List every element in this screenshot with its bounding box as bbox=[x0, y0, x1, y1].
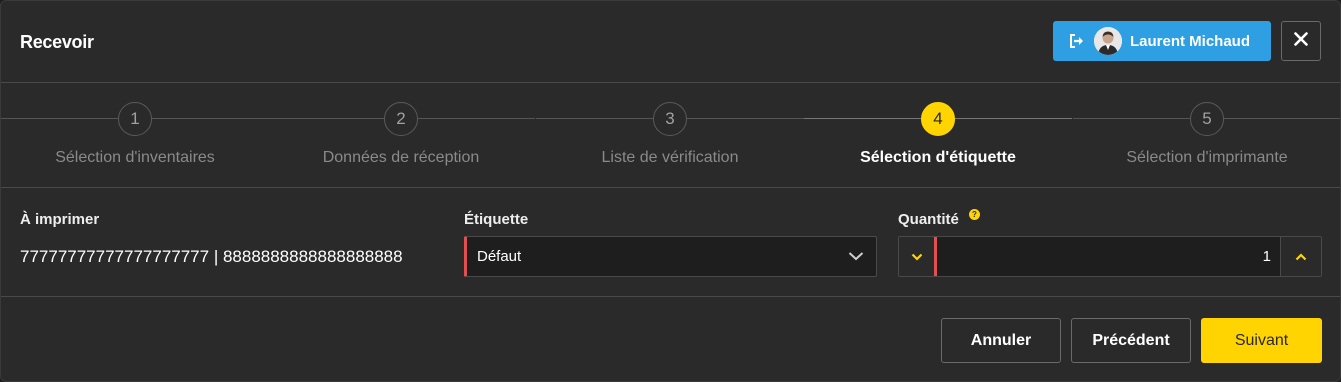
close-icon bbox=[1294, 31, 1308, 51]
step-number: 2 bbox=[384, 102, 418, 136]
step-number: 4 bbox=[921, 102, 955, 136]
step-3: 3 Liste de vérification bbox=[536, 83, 804, 188]
chevron-down-icon bbox=[848, 249, 864, 267]
step-label: Sélection d'imprimante bbox=[1126, 149, 1288, 166]
quantity-increment-button[interactable] bbox=[1280, 237, 1321, 276]
etiquette-value: Défaut bbox=[477, 248, 522, 265]
user-name: Laurent Michaud bbox=[1130, 32, 1251, 50]
help-icon[interactable]: ? bbox=[969, 209, 980, 220]
etiquette-label: Étiquette bbox=[464, 211, 529, 228]
step-label: Liste de vérification bbox=[601, 149, 739, 166]
print-value: 77777777777777777777 | 88888888888888888… bbox=[20, 247, 403, 266]
dialog-footer: Annuler Précédent Suivant bbox=[1, 298, 1340, 381]
label-form: À imprimer 77777777777777777777 | 888888… bbox=[1, 189, 1340, 297]
step-number: 5 bbox=[1190, 102, 1224, 136]
cancel-button[interactable]: Annuler bbox=[941, 318, 1061, 363]
receive-dialog: Recevoir Laurent Michaud 1 Sélection d'i… bbox=[0, 0, 1341, 382]
print-label: À imprimer bbox=[20, 211, 100, 228]
quantity-stepper bbox=[898, 236, 1322, 277]
step-number: 1 bbox=[118, 102, 152, 136]
quantity-label: Quantité bbox=[898, 211, 959, 228]
quantity-decrement-button[interactable] bbox=[899, 237, 937, 276]
close-button[interactable] bbox=[1281, 21, 1321, 61]
quantity-input[interactable] bbox=[937, 237, 1280, 276]
previous-button[interactable]: Précédent bbox=[1071, 318, 1191, 363]
step-4-active: 4 Sélection d'étiquette bbox=[804, 83, 1072, 188]
step-1: 1 Sélection d'inventaires bbox=[1, 83, 269, 188]
step-5: 5 Sélection d'imprimante bbox=[1073, 83, 1340, 188]
chevron-down-icon bbox=[911, 248, 923, 266]
avatar bbox=[1094, 27, 1122, 55]
user-logout-button[interactable]: Laurent Michaud bbox=[1053, 21, 1271, 61]
logout-icon bbox=[1068, 32, 1086, 50]
step-2: 2 Données de réception bbox=[267, 83, 535, 188]
step-label: Sélection d'étiquette bbox=[860, 149, 1016, 166]
etiquette-select[interactable]: Défaut bbox=[464, 236, 877, 277]
step-label: Sélection d'inventaires bbox=[55, 149, 215, 166]
dialog-title: Recevoir bbox=[20, 32, 94, 52]
dialog-header: Recevoir Laurent Michaud bbox=[1, 1, 1340, 83]
wizard-stepper: 1 Sélection d'inventaires 2 Données de r… bbox=[1, 83, 1340, 188]
step-number: 3 bbox=[653, 102, 687, 136]
chevron-up-icon bbox=[1295, 248, 1307, 266]
next-button[interactable]: Suivant bbox=[1201, 318, 1322, 363]
step-label: Données de réception bbox=[322, 149, 480, 166]
